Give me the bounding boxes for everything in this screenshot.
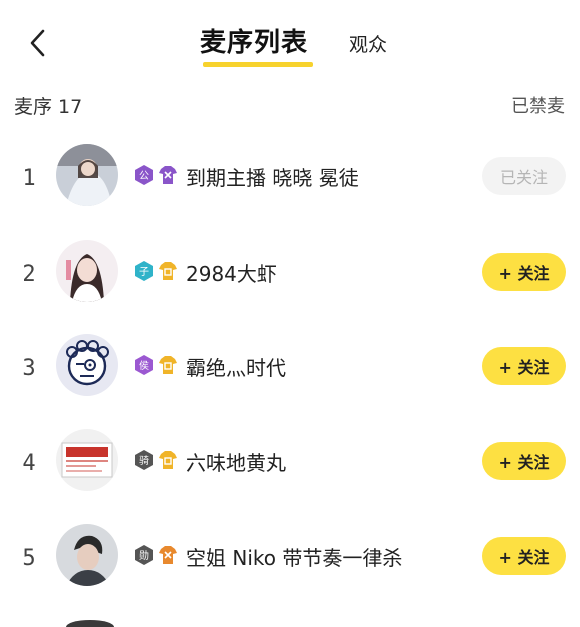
list-item[interactable]: 4 骑 六味地黄丸 + 关注 [0, 425, 580, 505]
muted-list-link[interactable]: 已禁麦 [511, 92, 565, 118]
rank-number: 4 [22, 451, 36, 476]
top-bar: 麦序列表 观众 [0, 0, 580, 80]
tshirt-badge-icon [158, 544, 178, 566]
svg-text:侯: 侯 [139, 359, 149, 372]
level-badge-icon: 子 [134, 260, 154, 282]
rank-number: 2 [22, 262, 36, 287]
list-item[interactable]: 1 公 到期主播 晓晓 冕徒 已关注 [0, 140, 580, 220]
user-name[interactable]: 到期主播 晓晓 冕徒 [186, 162, 359, 191]
tshirt-badge-icon [158, 354, 178, 376]
level-badge-icon: 侯 [134, 354, 154, 376]
svg-text:勋: 勋 [139, 549, 149, 562]
tab-audience[interactable]: 观众 [349, 30, 387, 57]
rank-number: 1 [22, 166, 36, 191]
list-item[interactable]: 5 勋 空姐 Niko 带节奏一律杀 + 关注 [0, 520, 580, 600]
tab-active-indicator [203, 62, 313, 67]
user-name[interactable]: 霸绝灬时代 [186, 352, 286, 381]
back-button[interactable] [22, 26, 52, 60]
svg-text:子: 子 [139, 266, 149, 278]
level-badge-icon: 公 [134, 164, 154, 186]
rank-number: 3 [22, 356, 36, 381]
tshirt-badge-icon [158, 449, 178, 471]
followed-button[interactable]: 已关注 [482, 157, 566, 195]
svg-text:骑: 骑 [139, 454, 149, 467]
chevron-left-icon [30, 29, 45, 57]
user-name[interactable]: 空姐 Niko 带节奏一律杀 [186, 542, 402, 571]
user-name[interactable]: 六味地黄丸 [186, 447, 286, 476]
tab-mic-queue[interactable]: 麦序列表 [200, 22, 308, 59]
follow-button[interactable]: + 关注 [482, 442, 566, 480]
user-name[interactable]: 2984大虾 [186, 258, 277, 287]
list-item[interactable]: 2 子 2984大虾 + 关注 [0, 236, 580, 316]
list-item[interactable]: 3 侯 霸绝灬时代 + 关注 [0, 330, 580, 410]
rank-number: 5 [22, 546, 36, 571]
follow-button[interactable]: + 关注 [482, 253, 566, 291]
follow-button[interactable]: + 关注 [482, 347, 566, 385]
next-avatar-partial [66, 620, 114, 627]
follow-button[interactable]: + 关注 [482, 537, 566, 575]
avatar[interactable] [56, 334, 118, 396]
avatar[interactable] [56, 240, 118, 302]
tshirt-badge-icon [158, 164, 178, 186]
avatar[interactable] [56, 429, 118, 491]
queue-count-label: 麦序 17 [14, 96, 83, 118]
tshirt-badge-icon [158, 260, 178, 282]
avatar[interactable] [56, 144, 118, 206]
avatar[interactable] [56, 524, 118, 586]
level-badge-icon: 勋 [134, 544, 154, 566]
svg-text:公: 公 [139, 171, 149, 182]
level-badge-icon: 骑 [134, 449, 154, 471]
